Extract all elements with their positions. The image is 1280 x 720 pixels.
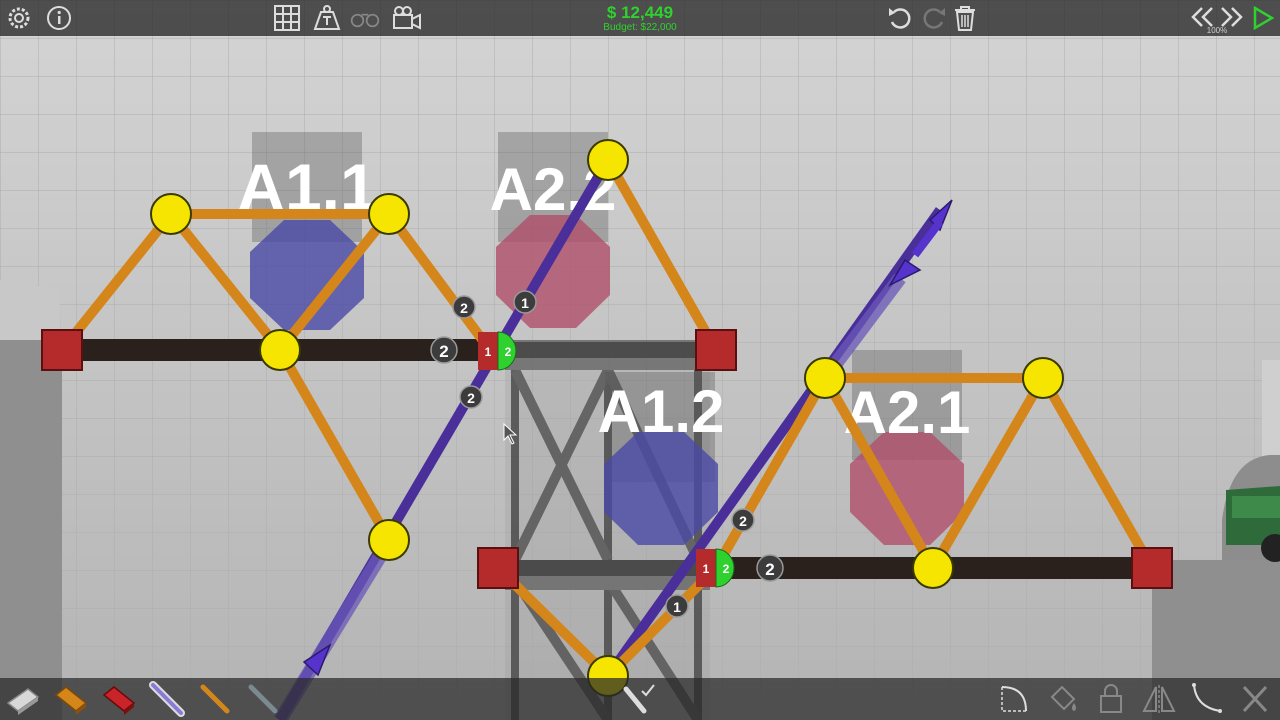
binoculars-icon[interactable] <box>350 4 380 32</box>
steel-icon[interactable] <box>244 681 282 717</box>
split-left-num: 1 <box>703 562 710 576</box>
camera-icon[interactable] <box>392 4 422 32</box>
wood-material-icon[interactable] <box>52 681 90 717</box>
svg-text:2: 2 <box>460 300 468 316</box>
budget-label: Budget: $22,000 <box>603 22 677 33</box>
split-right-num: 2 <box>505 345 512 359</box>
phase-badge[interactable]: 2 <box>459 385 483 409</box>
svg-text:1: 1 <box>521 295 529 311</box>
build-scene[interactable]: A1.1 A2.2 A1.2 A2.1 1 2 1 2 2 1 2 2 2 1 … <box>0 0 1280 720</box>
split-joint[interactable]: 1 2 <box>696 548 735 588</box>
play-icon[interactable] <box>1248 4 1278 32</box>
weight-icon[interactable] <box>312 4 342 32</box>
trash-icon[interactable] <box>950 4 980 32</box>
phase-badge[interactable]: 1 <box>513 290 537 314</box>
svg-text:2: 2 <box>765 560 774 579</box>
reinforced-road-icon[interactable] <box>100 681 138 717</box>
split-right-num: 2 <box>723 562 730 576</box>
zone-label: A1.2 <box>598 378 725 445</box>
zone-a1-2: A1.2 <box>598 372 725 545</box>
zone-a1-1: A1.1 <box>237 132 377 330</box>
info-icon[interactable] <box>44 4 74 32</box>
split-left-num: 1 <box>485 345 492 359</box>
phase-badge[interactable]: 2 <box>756 554 784 582</box>
svg-text:2: 2 <box>467 390 475 406</box>
paint-icon[interactable] <box>1044 681 1082 717</box>
svg-text:2: 2 <box>739 513 747 529</box>
anchor-top-center[interactable] <box>695 329 737 371</box>
anchor-bottom-center[interactable] <box>477 547 519 589</box>
split-joint[interactable]: 1 2 <box>478 331 517 371</box>
grid-icon[interactable] <box>272 4 302 32</box>
speed-label: 100% <box>1206 26 1228 35</box>
phase-badge[interactable]: 2 <box>430 336 458 364</box>
hydraulic-controller-icon[interactable] <box>620 681 658 717</box>
undo-icon[interactable] <box>886 4 916 32</box>
road-material-icon[interactable] <box>4 681 42 717</box>
svg-text:1: 1 <box>673 599 681 615</box>
mirror-icon[interactable] <box>1140 681 1178 717</box>
anchor-left[interactable] <box>41 329 83 371</box>
phase-badge[interactable]: 1 <box>665 594 689 618</box>
close-icon[interactable] <box>1236 681 1274 717</box>
phase-badge[interactable]: 2 <box>452 295 476 319</box>
gear-icon[interactable] <box>4 4 34 32</box>
money-remaining: $ 12,449 <box>606 3 674 22</box>
hydraulic-icon[interactable] <box>148 681 186 717</box>
redo-icon[interactable] <box>918 4 948 32</box>
lock-icon[interactable] <box>1092 681 1130 717</box>
anchor-right[interactable] <box>1131 547 1173 589</box>
phase-badge[interactable]: 2 <box>731 508 755 532</box>
rope-icon[interactable] <box>196 681 234 717</box>
svg-text:2: 2 <box>439 342 448 361</box>
curve-icon[interactable] <box>1188 681 1226 717</box>
spline-icon[interactable] <box>996 681 1034 717</box>
